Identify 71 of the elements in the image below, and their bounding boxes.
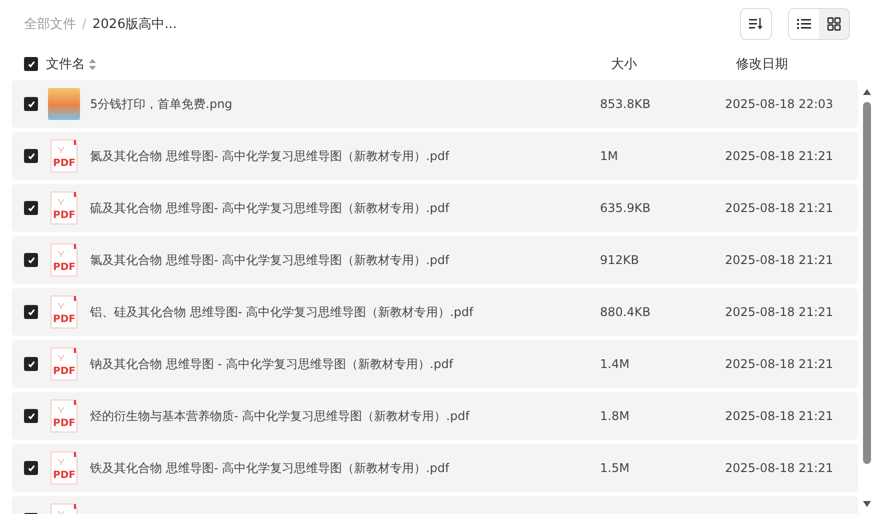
checkmark-icon	[26, 60, 36, 68]
file-row[interactable]: PDF 烃的衍生物与基本营养物质- 高中化学复习思维导图（新教材专用）.pdf 1.8M 2025-08-18 21:21	[12, 392, 858, 440]
file-row[interactable]: PDF 氮及其化合物 思维导图- 高中化学复习思维导图（新教材专用）.pdf 1M 2025-08-18 21:21	[12, 132, 858, 180]
file-row[interactable]: 5分钱打印，首单免费.png 853.8KB 2025-08-18 22:03	[12, 80, 858, 128]
checkmark-icon	[26, 256, 36, 264]
file-row[interactable]: PDF 铁及其化合物 思维导图- 高中化学复习思维导图（新教材专用）.pdf 1.5M 2025-08-18 21:21	[12, 444, 858, 492]
pdf-file-icon: PDF	[48, 139, 80, 173]
modified-date: 2025-08-18 21:21	[725, 253, 834, 267]
checkbox[interactable]	[24, 97, 38, 111]
pdf-file-icon: PDF	[48, 191, 80, 225]
sort-icon	[749, 18, 763, 30]
checkbox[interactable]	[24, 149, 38, 163]
file-row[interactable]: PDF 氯及其化合物 思维导图- 高中化学复习思维导图（新教材专用）.pdf 912KB 2025-08-18 21:21	[12, 236, 858, 284]
modified-date: 2025-08-18 21:21	[725, 409, 834, 423]
file-size: 635.9KB	[600, 201, 652, 215]
column-header[interactable]: 修改日期	[736, 55, 788, 73]
file-name: 铁及其化合物 思维导图- 高中化学复习思维导图（新教材专用）.pdf	[90, 460, 450, 476]
file-size: 853.8KB	[600, 97, 652, 111]
checkbox[interactable]	[24, 357, 38, 371]
checkmark-icon	[26, 360, 36, 368]
checkbox[interactable]	[24, 57, 38, 71]
modified-date: 2025-08-18 21:21	[725, 461, 834, 475]
file-size: 912KB	[600, 253, 640, 267]
checkmark-icon	[26, 152, 36, 160]
file-size: 1.4M	[600, 357, 630, 371]
checkmark-icon	[26, 412, 36, 420]
file-name: 铝、硅及其化合物 思维导图- 高中化学复习思维导图（新教材专用）.pdf	[90, 304, 474, 320]
sort-icon[interactable]	[89, 58, 96, 70]
file-name: 钠及其化合物 思维导图 - 高中化学复习思维导图（新教材专用）.pdf	[90, 356, 454, 372]
file-name: 硫及其化合物 思维导图- 高中化学复习思维导图（新教材专用）.pdf	[90, 200, 450, 216]
scroll-down-icon[interactable]	[862, 500, 872, 508]
pdf-file-icon: PDF	[48, 347, 80, 381]
breadcrumb-separator: /	[82, 16, 86, 32]
file-size: 1.5M	[600, 461, 630, 475]
modified-date: 2025-08-18 22:03	[725, 97, 834, 111]
pdf-file-icon: PDF	[48, 243, 80, 277]
file-row[interactable]: PDF 钠及其化合物 思维导图 - 高中化学复习思维导图（新教材专用）.pdf 1.4M 2025-08-18 21:21	[12, 340, 858, 388]
checkmark-icon	[26, 308, 36, 316]
checkbox[interactable]	[24, 409, 38, 423]
file-name: 烃的衍生物与基本营养物质- 高中化学复习思维导图（新教材专用）.pdf	[90, 408, 471, 424]
sort-button[interactable]	[740, 8, 772, 40]
file-size: 1M	[600, 149, 619, 163]
checkbox[interactable]	[24, 461, 38, 475]
grid-icon	[827, 17, 841, 31]
checkbox[interactable]	[24, 253, 38, 267]
modified-date: 2025-08-18 21:21	[725, 201, 834, 215]
modified-date: 2025-08-18 21:21	[725, 305, 834, 319]
file-row[interactable]: PDF 铝、硅及其化合物 思维导图- 高中化学复习思维导图（新教材专用）.pdf 880.4KB 2025-08-18 21:21	[12, 288, 858, 336]
file-size: 1.8M	[600, 409, 630, 423]
file-name: 氯及其化合物 思维导图- 高中化学复习思维导图（新教材专用）.pdf	[90, 252, 450, 268]
scroll-up-icon[interactable]	[862, 88, 872, 96]
pdf-file-icon: PDF	[48, 399, 80, 433]
checkbox[interactable]	[24, 201, 38, 215]
checkmark-icon	[26, 100, 36, 108]
view-button[interactable]	[819, 9, 849, 39]
file-name: 5分钱打印，首单免费.png	[90, 96, 234, 112]
modified-date: 2025-08-18 21:21	[725, 357, 834, 371]
checkmark-icon	[26, 204, 36, 212]
breadcrumb-item[interactable]: 2026版高中...	[92, 15, 177, 33]
file-row[interactable]: PDF 硫及其化合物 思维导图- 高中化学复习思维导图（新教材专用）.pdf 635.9KB 2025-08-18 21:21	[12, 184, 858, 232]
column-header[interactable]: 大小	[611, 55, 736, 73]
image-thumbnail	[48, 88, 80, 120]
modified-date: 2025-08-18 21:21	[725, 149, 834, 163]
pdf-file-icon: PDF	[48, 295, 80, 329]
column-header[interactable]: 文件名	[46, 55, 85, 73]
list-icon	[797, 18, 811, 30]
pdf-file-icon: PDF	[48, 451, 80, 485]
file-size: 880.4KB	[600, 305, 652, 319]
checkbox[interactable]	[24, 305, 38, 319]
checkmark-icon	[26, 464, 36, 472]
file-name: 氮及其化合物 思维导图- 高中化学复习思维导图（新教材专用）.pdf	[90, 148, 450, 164]
